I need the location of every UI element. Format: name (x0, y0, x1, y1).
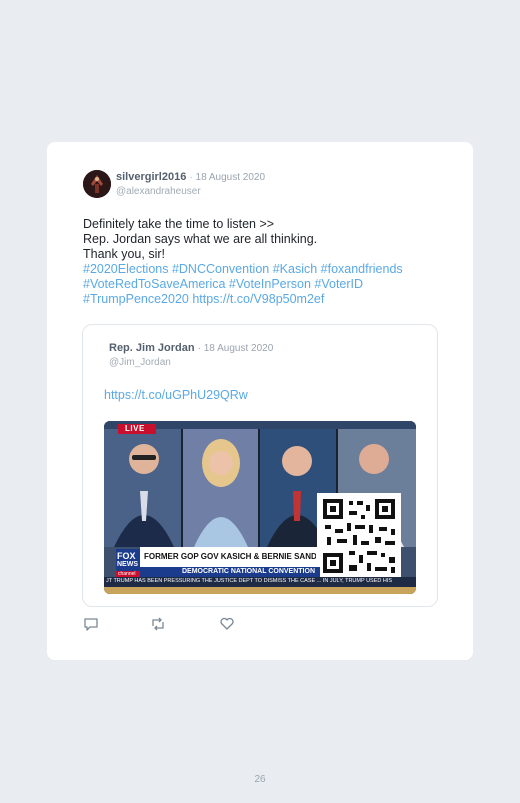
tweet-text: Definitely take the time to listen >> Re… (83, 217, 453, 307)
chyron-headline: FORMER GOP GOV KASICH & BERNIE SANDERS A… (144, 552, 316, 561)
network-logo-sub: channel (118, 571, 136, 577)
network-logo-top: FOX (117, 551, 136, 561)
hashtag-line[interactable]: #VoteRedToSaveAmerica #VoteInPerson #Vot… (83, 277, 453, 292)
network-logo-bottom: NEWS (117, 561, 138, 568)
live-badge: LIVE (125, 424, 145, 433)
tweet-author: silvergirl2016 · 18 August 2020 @alexand… (116, 171, 265, 198)
tweet-date: · 18 August 2020 (189, 172, 266, 183)
tweet-line: Definitely take the time to listen >> (83, 217, 275, 231)
quoted-author-name[interactable]: Rep. Jim Jordan (109, 342, 195, 354)
reply-icon[interactable] (83, 616, 99, 632)
avatar-image (83, 170, 111, 198)
author-handle[interactable]: @alexandraheuser (116, 185, 265, 198)
author-name[interactable]: silvergirl2016 (116, 171, 186, 183)
quoted-author: Rep. Jim Jordan · 18 August 2020 @Jim_Jo… (109, 342, 273, 369)
retweet-icon[interactable] (150, 616, 166, 632)
avatar[interactable] (83, 170, 111, 198)
like-icon[interactable] (219, 616, 235, 632)
hashtag-line[interactable]: #TrumpPence2020 https://t.co/V98p50m2ef (83, 292, 453, 307)
tweet-card: silvergirl2016 · 18 August 2020 @alexand… (47, 142, 473, 660)
tweet-line: Rep. Jordan says what we are all thinkin… (83, 232, 318, 246)
chyron-subheadline: DEMOCRATIC NATIONAL CONVENTION (182, 568, 315, 575)
quoted-handle[interactable]: @Jim_Jordan (109, 356, 273, 369)
news-ticker: JT TRUMP HAS BEEN PRESSURING THE JUSTICE… (106, 578, 393, 584)
quoted-date: · 18 August 2020 (197, 343, 274, 354)
hashtag-line[interactable]: #2020Elections #DNCConvention #Kasich #f… (83, 262, 453, 277)
quoted-tweet[interactable]: Rep. Jim Jordan · 18 August 2020 @Jim_Jo… (82, 324, 438, 607)
page-number: 26 (254, 774, 266, 785)
tweet-line: Thank you, sir! (83, 247, 165, 261)
video-thumbnail[interactable]: LIVE FOX NEWS channel FORMER GOP GOV KAS… (104, 421, 416, 594)
quoted-link[interactable]: https://t.co/uGPhU29QRw (104, 388, 248, 402)
